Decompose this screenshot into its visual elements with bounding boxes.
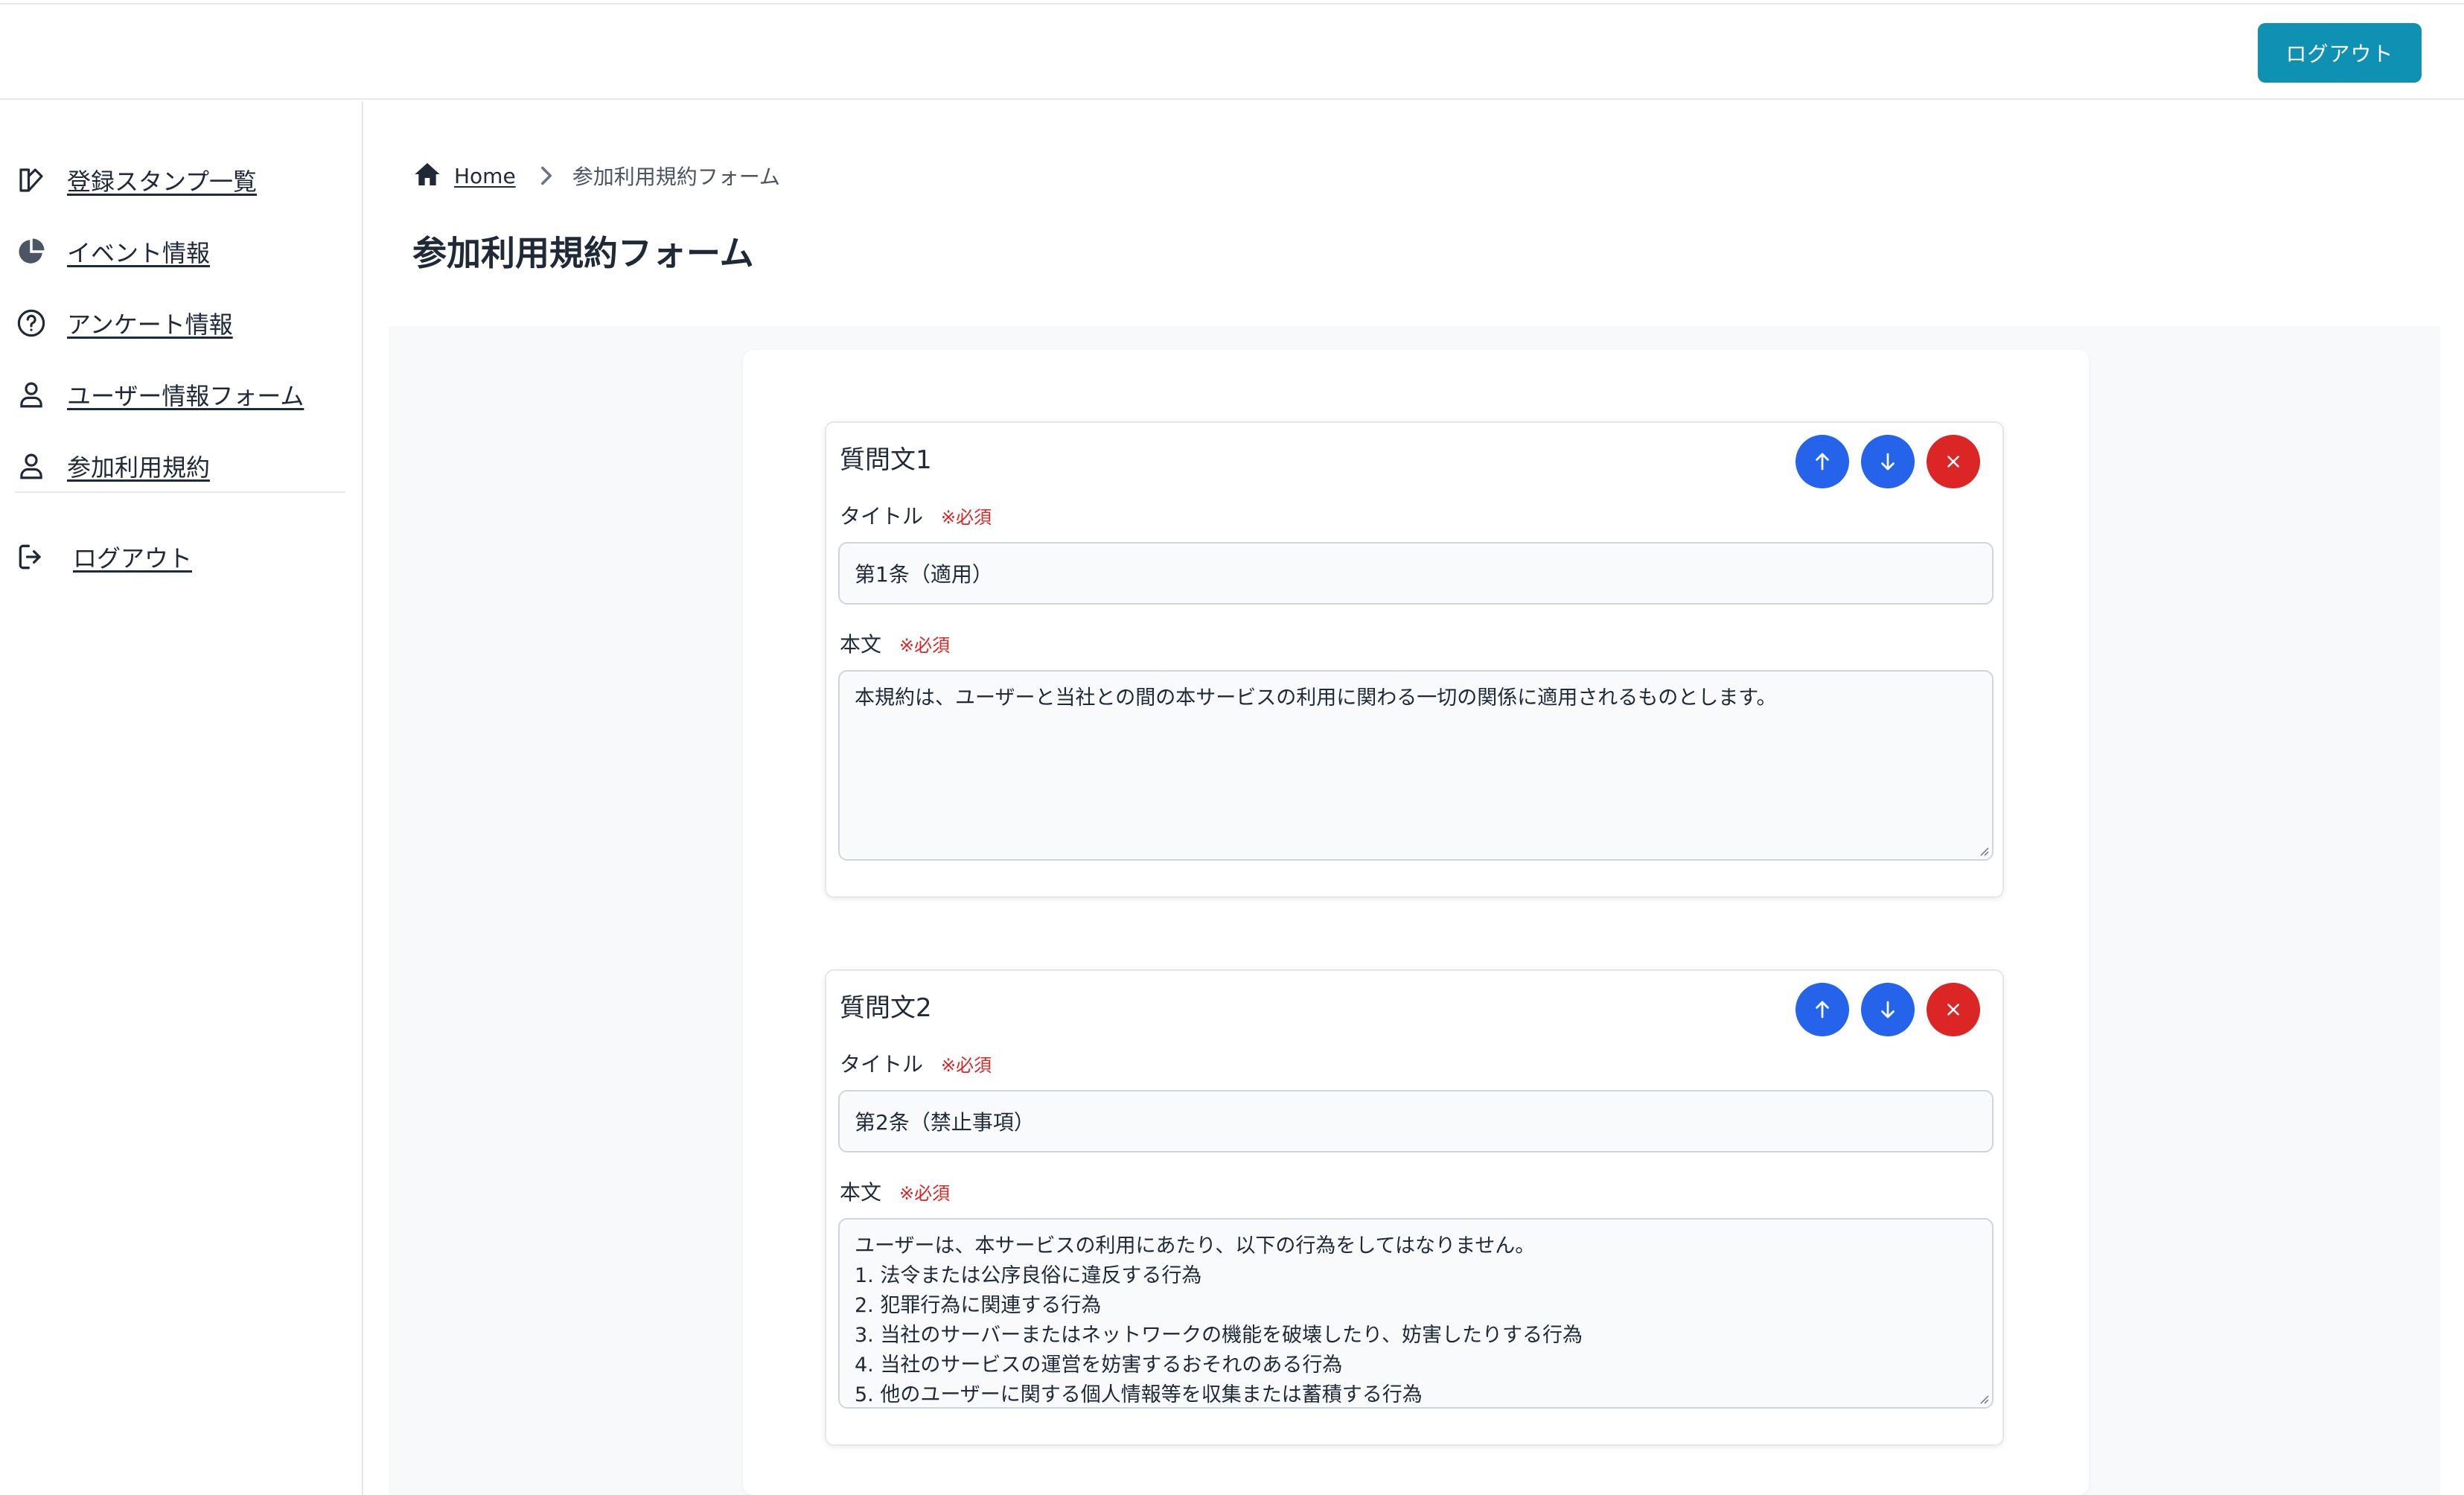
arrow-down-icon [1881, 1001, 1895, 1019]
body-line: 1. 法令または公序良俗に違反する行為 [855, 1264, 1202, 1287]
body-line: ユーザーは、本サービスの利用にあたり、以下の行為をしてはなりません。 [855, 1234, 1536, 1257]
sidebar-item-label: イベント情報 [67, 239, 211, 267]
body-label-text: 本文 [840, 1180, 882, 1205]
title-input[interactable]: 第1条（適用） [838, 542, 1994, 605]
sidebar-divider [15, 491, 345, 493]
body-label-text: 本文 [840, 632, 882, 657]
required-badge: ※必須 [941, 1055, 992, 1076]
title-field-label: タイトル ※必須 [840, 1048, 992, 1078]
required-badge: ※必須 [899, 635, 951, 656]
arrow-up-icon [1816, 1001, 1829, 1019]
delete-button[interactable] [1927, 983, 1980, 1036]
question-title: 質問文1 [840, 445, 932, 475]
move-up-button[interactable] [1796, 435, 1849, 488]
sidebar-item-label: ユーザー情報フォーム [67, 382, 304, 410]
question-circle-icon [15, 307, 48, 340]
sidebar-item-label: 参加利用規約 [67, 453, 211, 482]
move-down-button[interactable] [1861, 435, 1915, 488]
pie-chart-icon [15, 235, 48, 268]
title-field-label: タイトル ※必須 [840, 500, 992, 530]
form-panel: 質問文1 タイトル ※必須 第1条（適用） 本文 ※必須 本規約は、ユーザーと当… [743, 350, 2089, 1495]
breadcrumb-current: 参加利用規約フォーム [572, 165, 780, 189]
logout-icon [15, 541, 48, 573]
sidebar-item-terms[interactable]: 参加利用規約 [15, 444, 210, 488]
title-label-text: タイトル [840, 504, 924, 529]
body-line: 3. 当社のサーバーまたはネットワークの機能を破壊したり、妨害したりする行為 [855, 1324, 1583, 1347]
breadcrumb-home-link[interactable]: Home [454, 164, 516, 188]
stamp-icon [15, 164, 48, 197]
close-icon [1947, 456, 1959, 468]
required-badge: ※必須 [941, 507, 992, 528]
question-title: 質問文2 [840, 993, 932, 1023]
sidebar-item-surveys[interactable]: アンケート情報 [15, 301, 233, 345]
sidebar-item-events[interactable]: イベント情報 [15, 229, 210, 274]
breadcrumb: Home 参加利用規約フォーム [412, 161, 780, 191]
sidebar-item-user-form[interactable]: ユーザー情報フォーム [15, 372, 304, 417]
body-field-label: 本文 ※必須 [840, 628, 950, 658]
close-icon [1947, 1004, 1959, 1016]
question-card: 質問文2 タイトル ※必須 第2条（禁止事項） 本文 ※必須 ユーザーは、本サー… [825, 969, 2004, 1446]
logout-button[interactable]: ログアウト [2258, 23, 2422, 83]
resize-handle-icon[interactable] [1977, 1392, 1989, 1404]
body-line: 5. 他のユーザーに関する個人情報等を収集または蓄積する行為 [855, 1383, 1423, 1406]
body-line: 4. 当社のサービスの運営を妨害するおそれのある行為 [855, 1354, 1343, 1377]
title-input[interactable]: 第2条（禁止事項） [838, 1090, 1994, 1153]
top-bar: ログアウト [0, 3, 2464, 100]
arrow-down-icon [1881, 453, 1895, 471]
sidebar: 登録スタンプ一覧 イベント情報 アンケート情報 ユーザー情報フォーム 参加利用規… [0, 101, 363, 1495]
sidebar-item-label: 登録スタンプ一覧 [67, 168, 258, 196]
sidebar-item-logout[interactable]: ログアウト [15, 535, 192, 579]
body-line: 2. 犯罪行為に関連する行為 [855, 1294, 1102, 1317]
chevron-right-icon [538, 165, 555, 186]
main-content: Home 参加利用規約フォーム 参加利用規約フォーム 質問文1 タイトル ※必須… [365, 101, 2464, 1495]
body-textarea[interactable]: ユーザーは、本サービスの利用にあたり、以下の行為をしてはなりません。 1. 法令… [838, 1218, 1994, 1409]
resize-handle-icon[interactable] [1977, 844, 1989, 856]
user-icon [15, 450, 48, 482]
sidebar-item-stamps[interactable]: 登録スタンプ一覧 [15, 158, 257, 203]
sidebar-item-label: ログアウト [73, 544, 193, 573]
home-icon[interactable] [412, 159, 442, 192]
body-textarea[interactable]: 本規約は、ユーザーと当社との間の本サービスの利用に関わる一切の関係に適用されるも… [838, 670, 1994, 861]
body-line: 本規約は、ユーザーと当社との間の本サービスの利用に関わる一切の関係に適用されるも… [855, 686, 1777, 710]
page-title: 参加利用規約フォーム [412, 233, 754, 273]
sidebar-item-label: アンケート情報 [67, 310, 233, 339]
move-down-button[interactable] [1861, 983, 1915, 1036]
body-field-label: 本文 ※必須 [840, 1176, 950, 1206]
title-label-text: タイトル [840, 1052, 924, 1077]
move-up-button[interactable] [1796, 983, 1849, 1036]
user-icon [15, 378, 48, 411]
arrow-up-icon [1816, 453, 1829, 471]
question-card: 質問文1 タイトル ※必須 第1条（適用） 本文 ※必須 本規約は、ユーザーと当… [825, 421, 2004, 898]
required-badge: ※必須 [899, 1183, 951, 1204]
delete-button[interactable] [1927, 435, 1980, 488]
